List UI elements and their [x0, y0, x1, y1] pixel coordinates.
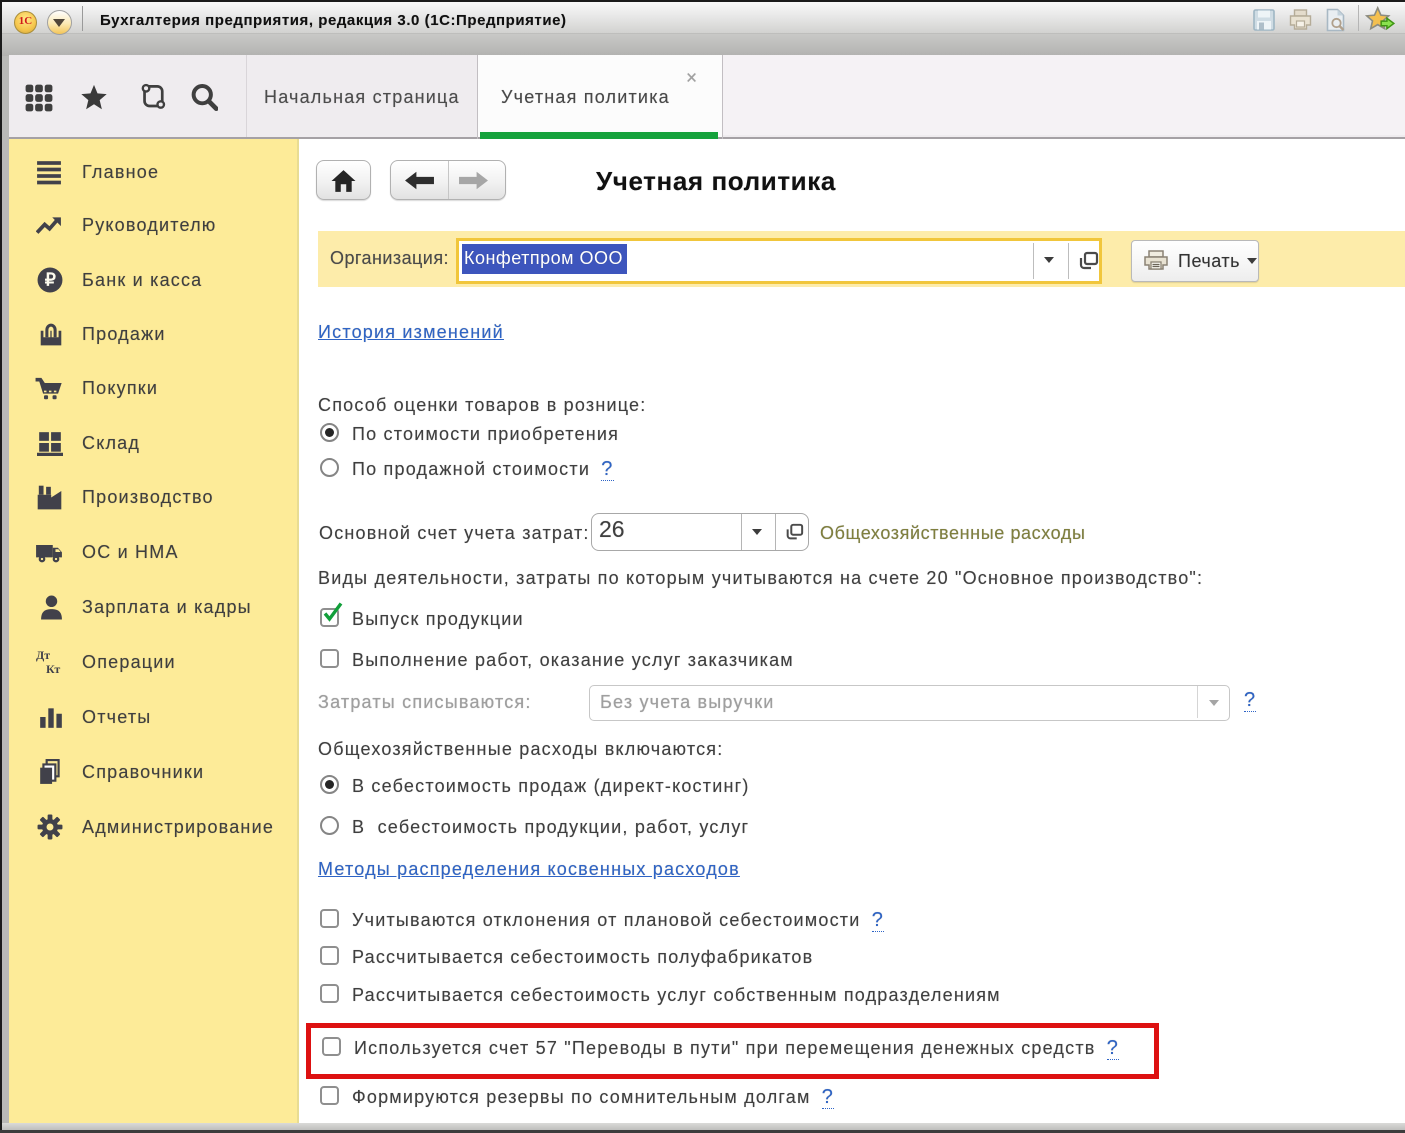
- svg-text:₽: ₽: [45, 270, 56, 290]
